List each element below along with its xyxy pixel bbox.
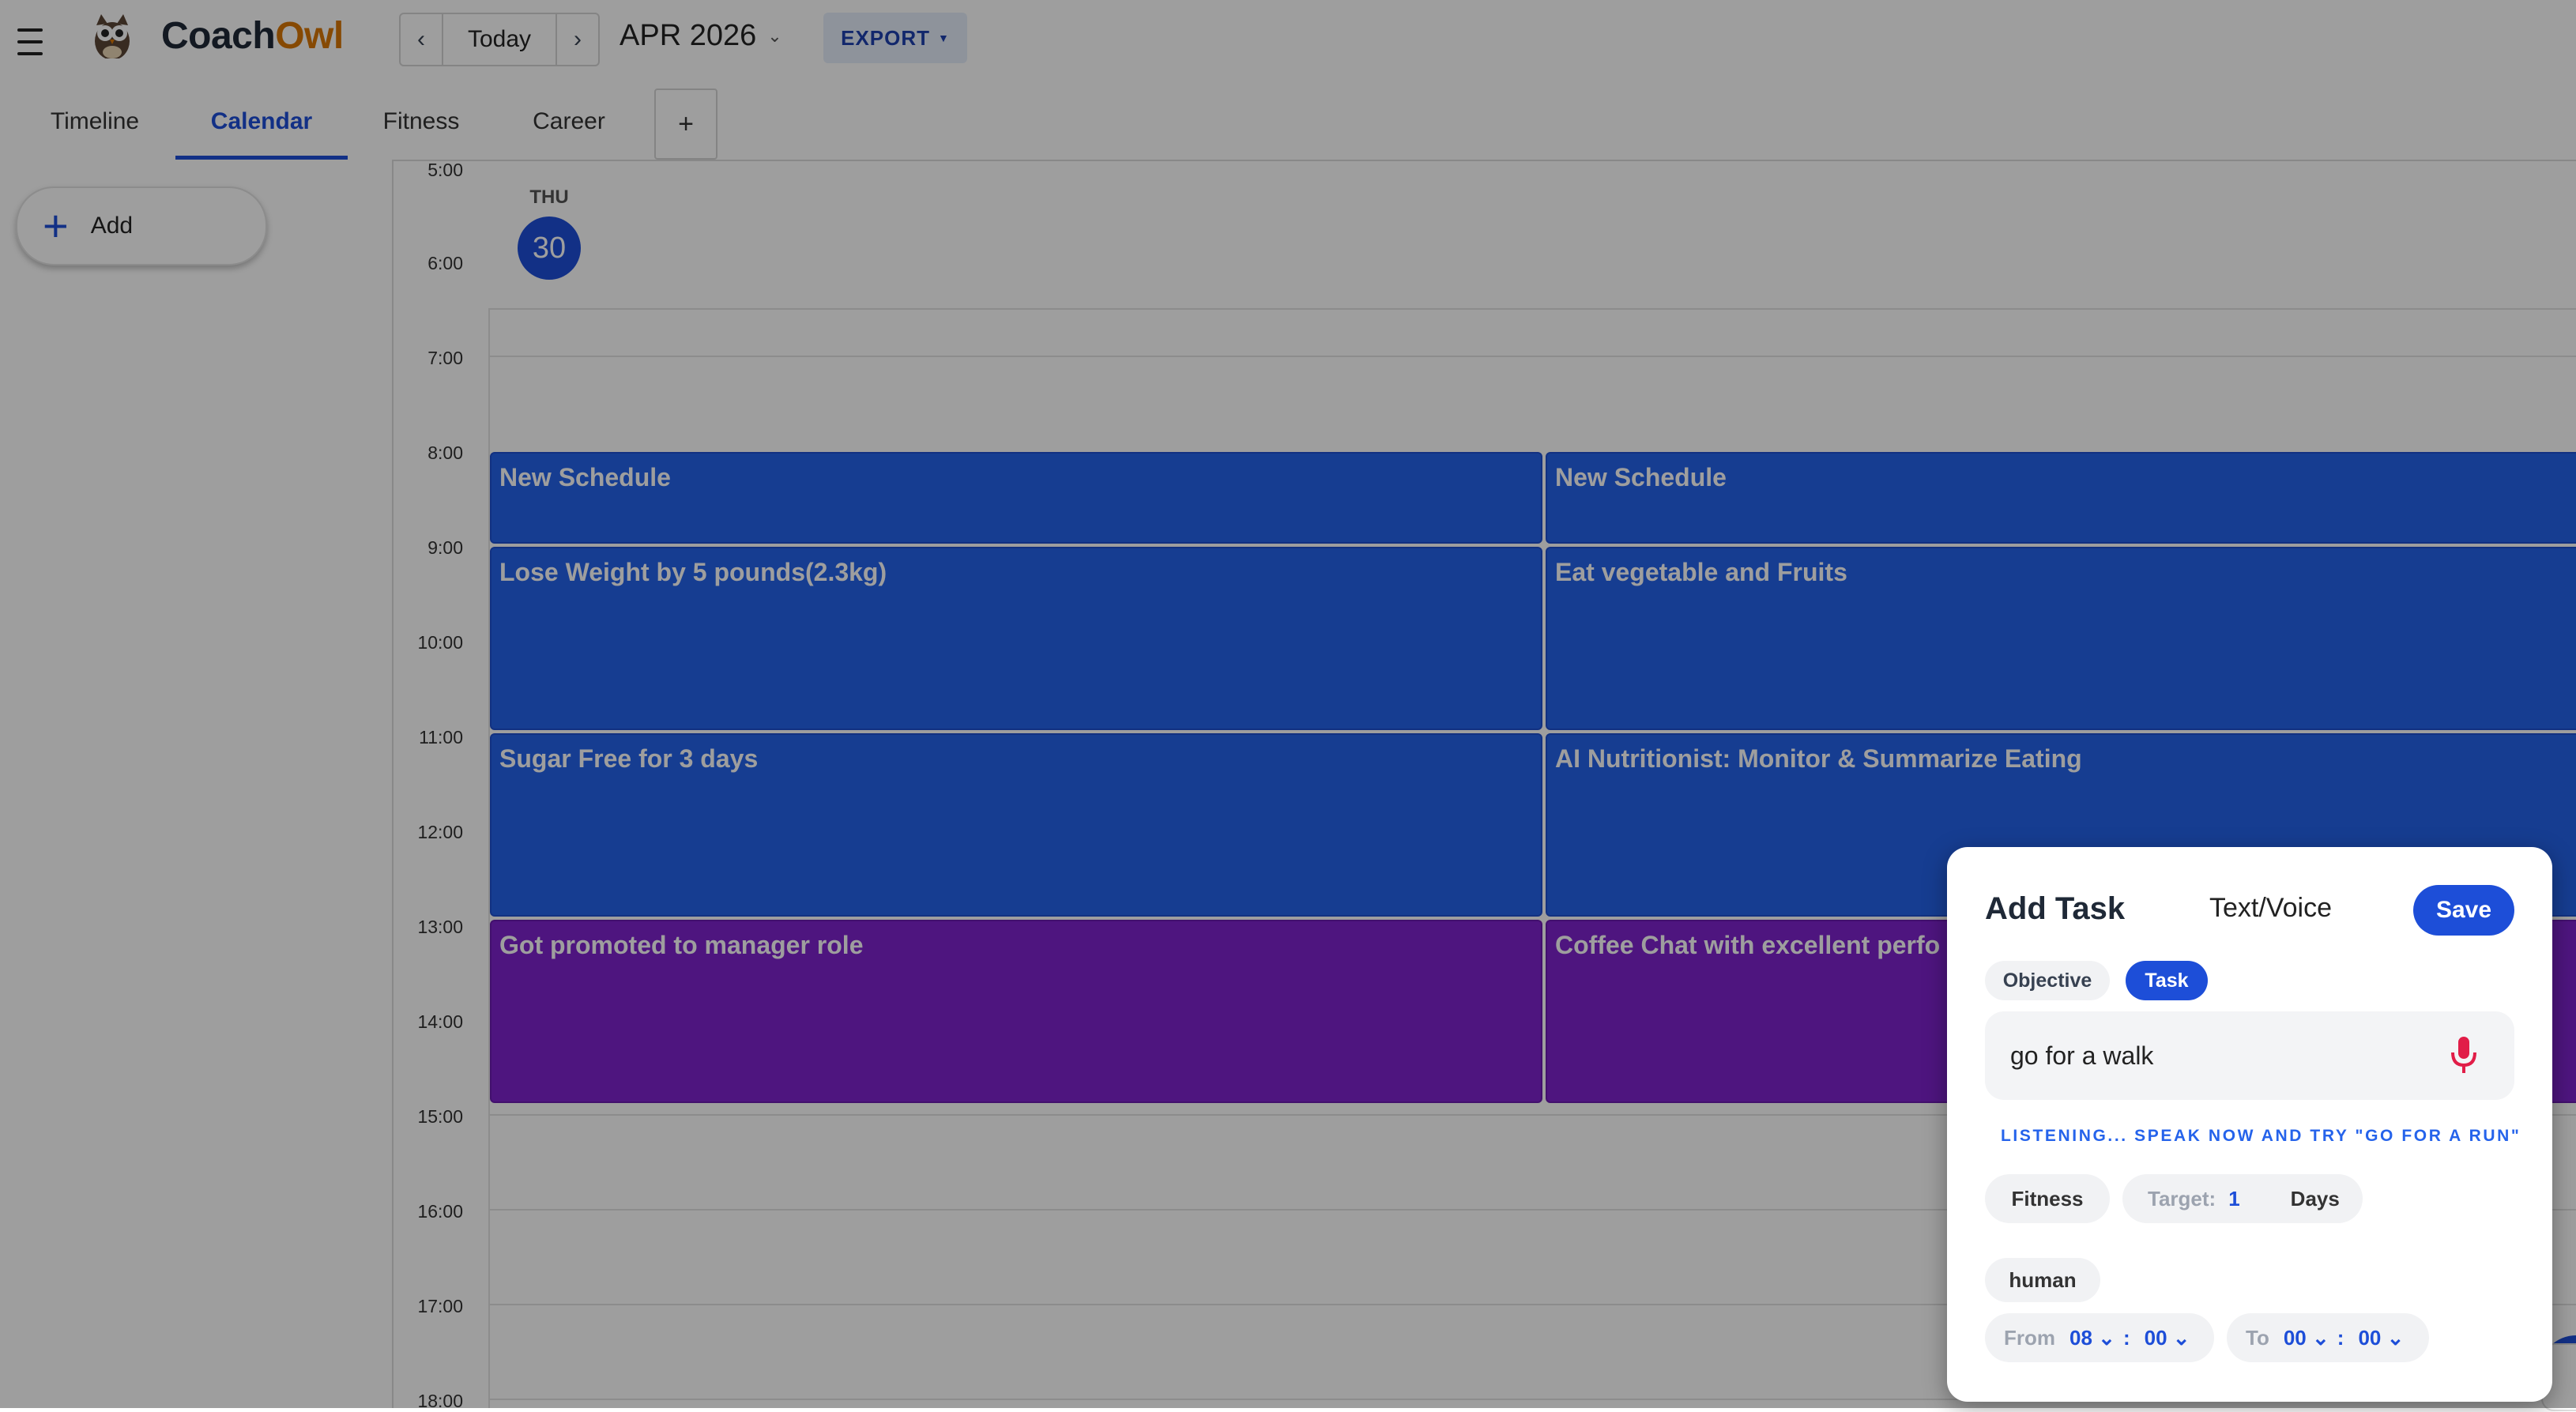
to-hour-select[interactable]: 00 ⌄	[2284, 1326, 2329, 1350]
type-objective-chip[interactable]: Objective	[1985, 961, 2110, 1000]
target-value[interactable]: 1	[2228, 1187, 2239, 1211]
add-task-dialog: Add Task Text/Voice Save Objective Task …	[1947, 847, 2552, 1402]
to-time-field: To 00 ⌄ : 00 ⌄	[2227, 1313, 2429, 1362]
target-unit[interactable]: Days	[2291, 1187, 2340, 1211]
from-time-field: From 08 ⌄ : 00 ⌄	[1985, 1313, 2214, 1362]
listening-status: LISTENING... SPEAK NOW AND TRY "GO FOR A…	[2001, 1127, 2521, 1145]
from-minute-select[interactable]: 00 ⌄	[2145, 1326, 2190, 1350]
microphone-icon[interactable]	[2450, 1035, 2478, 1076]
tag-chip[interactable]: human	[1985, 1258, 2100, 1302]
task-input-value: go for a walk	[2010, 1041, 2154, 1070]
task-input[interactable]: go for a walk	[1985, 1011, 2514, 1100]
dialog-title: Add Task	[1985, 891, 2126, 926]
save-button[interactable]: Save	[2413, 885, 2514, 936]
category-chip[interactable]: Fitness	[1985, 1174, 2110, 1223]
to-minute-select[interactable]: 00 ⌄	[2358, 1326, 2404, 1350]
from-hour-select[interactable]: 08 ⌄	[2069, 1326, 2115, 1350]
input-mode-toggle[interactable]: Text/Voice	[2209, 893, 2332, 924]
target-field[interactable]: Target: 1 Days	[2122, 1174, 2363, 1223]
type-task-chip[interactable]: Task	[2126, 961, 2208, 1000]
